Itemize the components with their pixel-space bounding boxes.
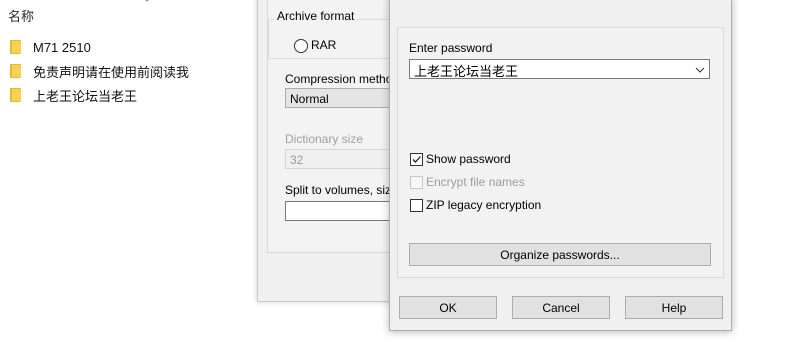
zip-legacy-encryption-checkbox[interactable] (410, 199, 423, 212)
password-dialog: Enter password 上老王论坛当老王 Show password En… (389, 0, 732, 331)
help-button[interactable]: Help (625, 296, 723, 319)
compression-method-label: Compression method (285, 72, 400, 86)
split-volumes-label: Split to volumes, size (285, 183, 398, 197)
sort-chevron-icon (142, 0, 152, 4)
file-name: 上老王论坛当老王 (33, 88, 138, 104)
archive-format-label: Archive format (274, 9, 358, 23)
chevron-down-icon[interactable] (695, 64, 705, 74)
folder-icon (10, 64, 21, 78)
list-item[interactable]: 上老王论坛当老王 (10, 85, 137, 105)
show-password-label[interactable]: Show password (426, 152, 511, 166)
password-combobox[interactable]: 上老王论坛当老王 (409, 59, 710, 79)
name-column-header[interactable]: 名称 (8, 6, 34, 25)
show-password-checkbox[interactable] (410, 153, 423, 166)
rar-radio[interactable] (294, 39, 308, 53)
ok-button[interactable]: OK (399, 296, 497, 319)
folder-icon (10, 88, 21, 102)
checkmark-icon (412, 156, 421, 163)
cancel-button[interactable]: Cancel (512, 296, 610, 319)
folder-icon (10, 40, 21, 54)
file-name: M71 2510 (33, 39, 91, 55)
list-item[interactable]: 免责声明请在使用前阅读我 (10, 61, 189, 81)
password-value[interactable]: 上老王论坛当老王 (414, 61, 518, 80)
enter-password-label: Enter password (409, 41, 493, 55)
list-item[interactable]: M71 2510 (10, 37, 91, 57)
zip-legacy-encryption-label[interactable]: ZIP legacy encryption (426, 198, 541, 212)
file-name: 免责声明请在使用前阅读我 (33, 64, 190, 80)
encrypt-file-names-checkbox (410, 176, 423, 189)
encrypt-file-names-label: Encrypt file names (426, 175, 525, 189)
organize-passwords-button[interactable]: Organize passwords... (409, 243, 711, 266)
dictionary-size-label: Dictionary size (285, 132, 364, 146)
rar-radio-label[interactable]: RAR (311, 38, 336, 52)
